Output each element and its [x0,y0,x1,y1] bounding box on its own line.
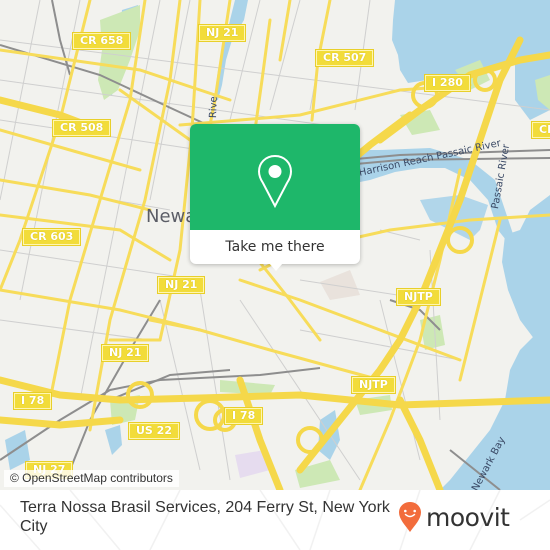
road-shield-nj21-top: NJ 21 [197,24,247,42]
place-address: Terra Nossa Brasil Services, 204 Ferry S… [20,499,390,535]
road-shield-cr603: CR 603 [21,228,82,246]
road-shield-njtp-upper: NJTP [396,288,441,306]
road-shield-njtp-lower: NJTP [351,376,396,394]
take-me-there-button[interactable]: Take me there [190,230,360,264]
road-shield-cr507: CR 507 [314,49,375,67]
road-shield-i280: I 280 [424,74,471,92]
footer: Terra Nossa Brasil Services, 204 Ferry S… [0,490,550,550]
road-shield-nj21-mid: NJ 21 [156,276,206,294]
moovit-brand[interactable]: moovit [398,500,510,534]
water-label-passaic-river-north: Rive [208,96,220,119]
location-popup[interactable]: Take me there [190,124,360,271]
moovit-wordmark: moovit [426,502,510,532]
road-shield-nj21-low: NJ 21 [100,344,150,362]
osm-attribution[interactable]: © OpenStreetMap contributors [4,470,179,487]
road-shield-i78-west: I 78 [12,392,53,410]
road-shield-cr-east: CR [531,121,550,139]
popup-pointer [269,263,283,271]
map[interactable]: Newark Harrison Reach Passaic River Pass… [0,0,550,490]
landuse-areas [235,270,360,478]
road-shield-i78-east: I 78 [223,407,264,425]
road-shield-us22: US 22 [128,422,180,440]
moovit-logo-icon [399,502,421,532]
location-pin-icon [257,154,293,209]
road-shield-cr658: CR 658 [71,32,132,50]
road-shield-cr508: CR 508 [51,119,112,137]
